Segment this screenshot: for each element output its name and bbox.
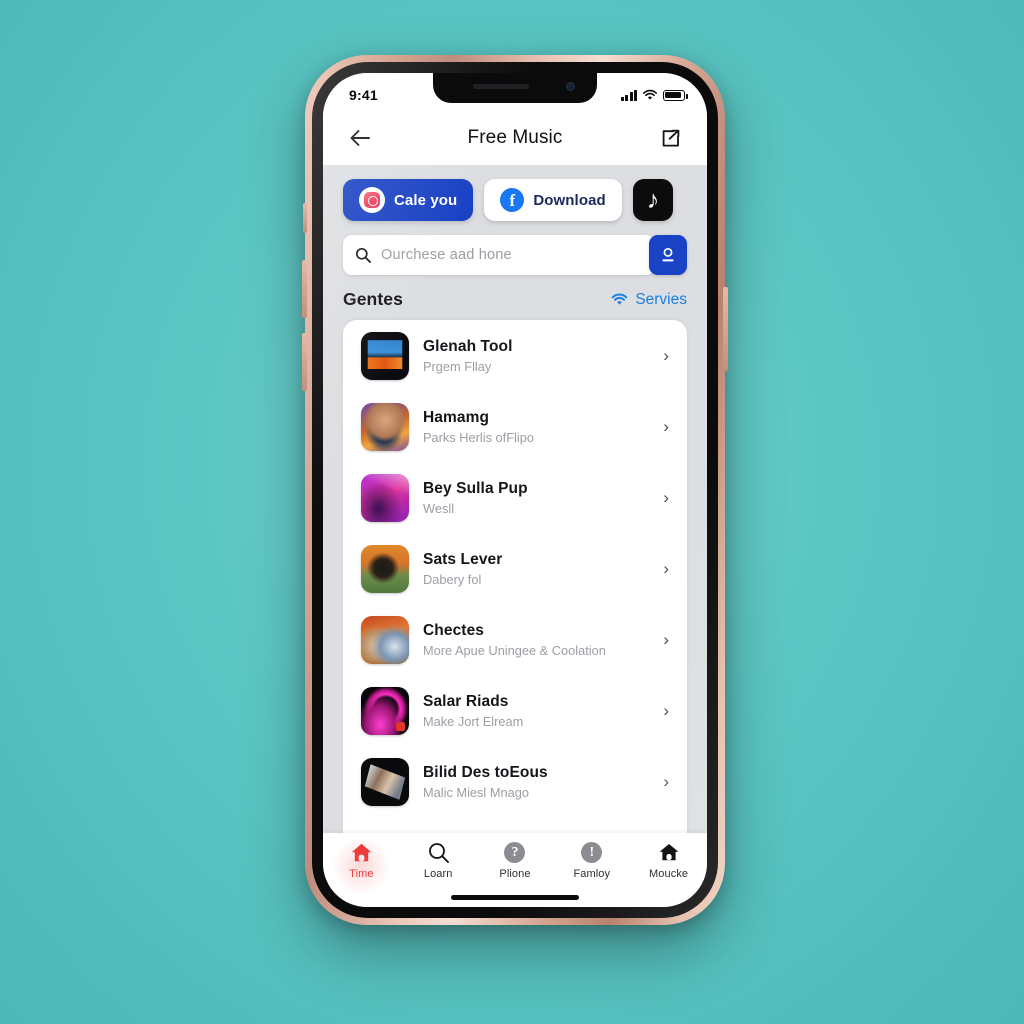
home-icon xyxy=(350,841,373,863)
chevron-right-icon[interactable]: › xyxy=(663,630,673,650)
volume-down-button[interactable] xyxy=(302,333,307,391)
chevron-right-icon[interactable]: › xyxy=(663,417,673,437)
instagram-icon xyxy=(359,187,385,213)
tab-label: Plione xyxy=(499,868,531,880)
list-item[interactable]: Chectes More Apue Uningee & Coolation › xyxy=(343,604,687,675)
content-list: Glenah Tool Prgem Fllay › Hamamg Parks H… xyxy=(343,320,687,833)
list-item-subtitle: Malic Miesl Mnago xyxy=(423,784,529,800)
chip-tiktok[interactable]: ♪ xyxy=(632,179,674,221)
notch xyxy=(433,73,597,103)
info-circle-icon: ! xyxy=(581,841,603,863)
account-icon[interactable] xyxy=(649,235,687,275)
tab-label: Time xyxy=(349,868,374,880)
tab-time[interactable]: Time xyxy=(323,841,400,880)
list-item[interactable]: Hamamg Parks Herlis ofFlipo › xyxy=(343,391,687,462)
power-button[interactable] xyxy=(723,287,728,371)
wifi-icon xyxy=(612,293,628,305)
services-link-label: Servies xyxy=(635,290,687,308)
chip-download[interactable]: f Download xyxy=(484,179,622,221)
list-item-title: Bey Sulla Pup xyxy=(423,479,528,497)
back-arrow-icon[interactable] xyxy=(345,123,375,153)
share-icon[interactable] xyxy=(655,123,685,153)
front-camera-icon xyxy=(566,82,575,91)
question-circle-icon: ? xyxy=(504,841,526,863)
thumbnail xyxy=(361,402,409,451)
tab-label: Moucke xyxy=(649,868,689,880)
thumbnail xyxy=(361,544,409,593)
phone-device: 9:41 Free Music Cale you f Download ♪ Ou… xyxy=(302,55,728,925)
search-icon xyxy=(428,841,449,863)
social-chip-row: Cale you f Download ♪ xyxy=(323,165,707,221)
signal-bars-icon xyxy=(620,89,637,101)
tab-famloy[interactable]: ! Famloy xyxy=(553,841,630,880)
phone-screen: 9:41 Free Music Cale you f Download ♪ Ou… xyxy=(323,73,707,907)
silent-switch[interactable] xyxy=(303,203,307,233)
thumbnail xyxy=(361,686,409,735)
tab-label: Loarn xyxy=(423,868,453,880)
chip-label: Download xyxy=(533,191,606,209)
search-input[interactable]: Ourchese aad hone xyxy=(343,235,655,275)
chip-label: Cale you xyxy=(394,191,458,209)
thumbnail xyxy=(361,757,409,806)
section-header: Gentes Servies xyxy=(323,275,707,320)
app-navbar: Free Music xyxy=(323,111,707,165)
search-row: Ourchese aad hone xyxy=(323,221,707,275)
list-item[interactable]: Glenah Tool Prgem Fllay › xyxy=(343,320,687,391)
battery-icon xyxy=(663,89,688,101)
tiktok-icon: ♪ xyxy=(646,185,660,214)
list-item-title: Bilid Des toEous xyxy=(423,763,548,781)
list-item-title: Hamamg xyxy=(423,408,490,426)
earpiece-speaker xyxy=(473,84,529,89)
facebook-icon: f xyxy=(500,188,525,212)
list-item[interactable]: Bey Sulla Pup Wesll › xyxy=(343,462,687,533)
list-item-subtitle: Parks Herlis ofFlipo xyxy=(423,429,534,445)
page-title: Free Music xyxy=(467,127,563,148)
volume-up-button[interactable] xyxy=(302,260,307,318)
thumbnail xyxy=(361,473,409,522)
chevron-right-icon[interactable]: › xyxy=(663,488,673,508)
list-item[interactable]: Salar Riads Make Jort Elream › xyxy=(343,675,687,746)
status-icons xyxy=(620,89,688,101)
chip-cale-you[interactable]: Cale you xyxy=(343,179,474,221)
section-title: Gentes xyxy=(343,289,403,309)
list-item-subtitle: Dabery fol xyxy=(423,571,482,587)
list-item[interactable]: Bilid Des toEous Malic Miesl Mnago › xyxy=(343,746,687,817)
list-item-subtitle: Wesll xyxy=(423,500,455,516)
tab-moucke[interactable]: Moucke xyxy=(630,841,707,880)
tab-loarn[interactable]: Loarn xyxy=(400,841,477,880)
content-area: Cale you f Download ♪ Ourchese aad hone xyxy=(323,165,707,833)
chevron-right-icon[interactable]: › xyxy=(663,772,673,792)
thumbnail xyxy=(361,331,409,380)
list-item-title: Salar Riads xyxy=(423,692,509,710)
list-item-title: Sats Lever xyxy=(423,550,503,568)
search-placeholder: Ourchese aad hone xyxy=(381,247,512,263)
home-indicator[interactable] xyxy=(451,895,579,900)
tab-label: Famloy xyxy=(573,868,611,880)
list-item-title: Glenah Tool xyxy=(423,337,513,355)
search-icon xyxy=(355,247,371,263)
list-item-subtitle: Make Jort Elream xyxy=(423,713,524,729)
wifi-icon xyxy=(643,89,657,100)
bottom-tab-bar: Time Loarn ? Plione ! Famloy Moucke xyxy=(323,833,707,907)
tab-plione[interactable]: ? Plione xyxy=(477,841,554,880)
list-item-title: Chectes xyxy=(423,621,485,639)
house-icon xyxy=(658,841,680,863)
chevron-right-icon[interactable]: › xyxy=(663,559,673,579)
status-time: 9:41 xyxy=(349,87,378,103)
list-item-subtitle: More Apue Uningee & Coolation xyxy=(423,642,606,658)
services-link[interactable]: Servies xyxy=(611,291,687,309)
chevron-right-icon[interactable]: › xyxy=(663,346,673,366)
chevron-right-icon[interactable]: › xyxy=(663,701,673,721)
thumbnail xyxy=(361,615,409,664)
list-item-subtitle: Prgem Fllay xyxy=(423,358,492,374)
list-item[interactable]: Sats Lever Dabery fol › xyxy=(343,533,687,604)
